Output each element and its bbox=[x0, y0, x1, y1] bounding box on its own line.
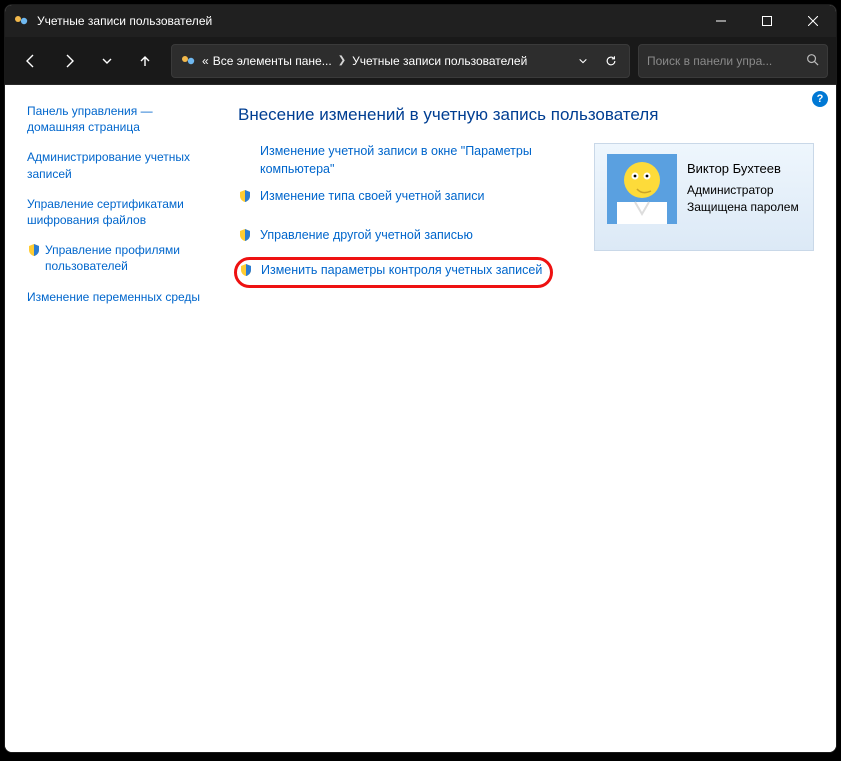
window-root: Учетные записи пользователей bbox=[4, 4, 837, 753]
help-icon[interactable]: ? bbox=[812, 91, 828, 107]
account-info: Виктор Бухтеев Администратор Защищена па… bbox=[687, 154, 799, 216]
sidebar-item-env[interactable]: Изменение переменных среды bbox=[27, 289, 202, 305]
search-input[interactable] bbox=[647, 54, 806, 68]
sidebar-item-admin[interactable]: Администрирование учетных записей bbox=[27, 149, 202, 181]
breadcrumb-segment-2[interactable]: Учетные записи пользователей bbox=[352, 54, 527, 68]
chevron-right-icon: ❯ bbox=[338, 55, 346, 66]
back-button[interactable] bbox=[13, 43, 49, 79]
link-uac-highlighted[interactable]: Изменить параметры контроля учетных запи… bbox=[238, 257, 578, 288]
sidebar-item-label: Изменение переменных среды bbox=[27, 289, 200, 305]
sidebar-home[interactable]: Панель управления — домашняя страница bbox=[27, 103, 202, 135]
main-panel: Внесение изменений в учетную запись поль… bbox=[210, 85, 836, 752]
avatar bbox=[607, 154, 677, 224]
account-actions: Изменение учетной записи в окне "Парамет… bbox=[238, 143, 578, 298]
sidebar-item-label: Администрирование учетных записей bbox=[27, 149, 202, 181]
breadcrumb-prefix: « bbox=[202, 54, 209, 68]
account-role: Администратор bbox=[687, 182, 799, 199]
content-area: ? Панель управления — домашняя страница … bbox=[5, 85, 836, 752]
sidebar-home-label-2: домашняя страница bbox=[27, 120, 140, 134]
breadcrumb-segment-1[interactable]: Все элементы пане... bbox=[213, 54, 332, 68]
title-bar: Учетные записи пользователей bbox=[5, 5, 836, 37]
sidebar-item-profiles[interactable]: Управление профилями пользователей bbox=[27, 242, 202, 274]
up-button[interactable] bbox=[127, 43, 163, 79]
window-controls bbox=[698, 5, 836, 37]
shield-icon bbox=[239, 263, 255, 283]
account-name: Виктор Бухтеев bbox=[687, 160, 799, 178]
link-change-type[interactable]: Изменение типа своей учетной записи bbox=[238, 188, 578, 209]
address-icon bbox=[180, 53, 196, 69]
search-bar[interactable] bbox=[638, 44, 828, 78]
recent-button[interactable] bbox=[89, 43, 125, 79]
toolbar: « Все элементы пане... ❯ Учетные записи … bbox=[5, 37, 836, 85]
link-manage-other[interactable]: Управление другой учетной записью bbox=[238, 227, 578, 248]
sidebar-item-label: Управление сертификатами шифрования файл… bbox=[27, 196, 202, 228]
page-title: Внесение изменений в учетную запись поль… bbox=[238, 105, 814, 125]
sidebar-item-label: Управление профилями пользователей bbox=[45, 242, 202, 274]
forward-button[interactable] bbox=[51, 43, 87, 79]
address-dropdown-button[interactable] bbox=[569, 47, 597, 75]
shield-icon bbox=[238, 228, 254, 248]
sidebar: Панель управления — домашняя страница Ад… bbox=[5, 85, 210, 752]
search-icon[interactable] bbox=[806, 53, 819, 69]
close-button[interactable] bbox=[790, 5, 836, 37]
account-card: Виктор Бухтеев Администратор Защищена па… bbox=[594, 143, 814, 251]
app-icon bbox=[13, 13, 29, 29]
minimize-button[interactable] bbox=[698, 5, 744, 37]
shield-icon bbox=[27, 243, 41, 261]
address-bar[interactable]: « Все элементы пане... ❯ Учетные записи … bbox=[171, 44, 630, 78]
window-title: Учетные записи пользователей bbox=[37, 14, 698, 28]
refresh-button[interactable] bbox=[597, 47, 625, 75]
shield-icon bbox=[238, 189, 254, 209]
maximize-button[interactable] bbox=[744, 5, 790, 37]
sidebar-home-label-1: Панель управления — bbox=[27, 104, 153, 118]
sidebar-item-cert[interactable]: Управление сертификатами шифрования файл… bbox=[27, 196, 202, 228]
link-change-in-settings[interactable]: Изменение учетной записи в окне "Парамет… bbox=[238, 143, 578, 178]
account-protection: Защищена паролем bbox=[687, 199, 799, 216]
